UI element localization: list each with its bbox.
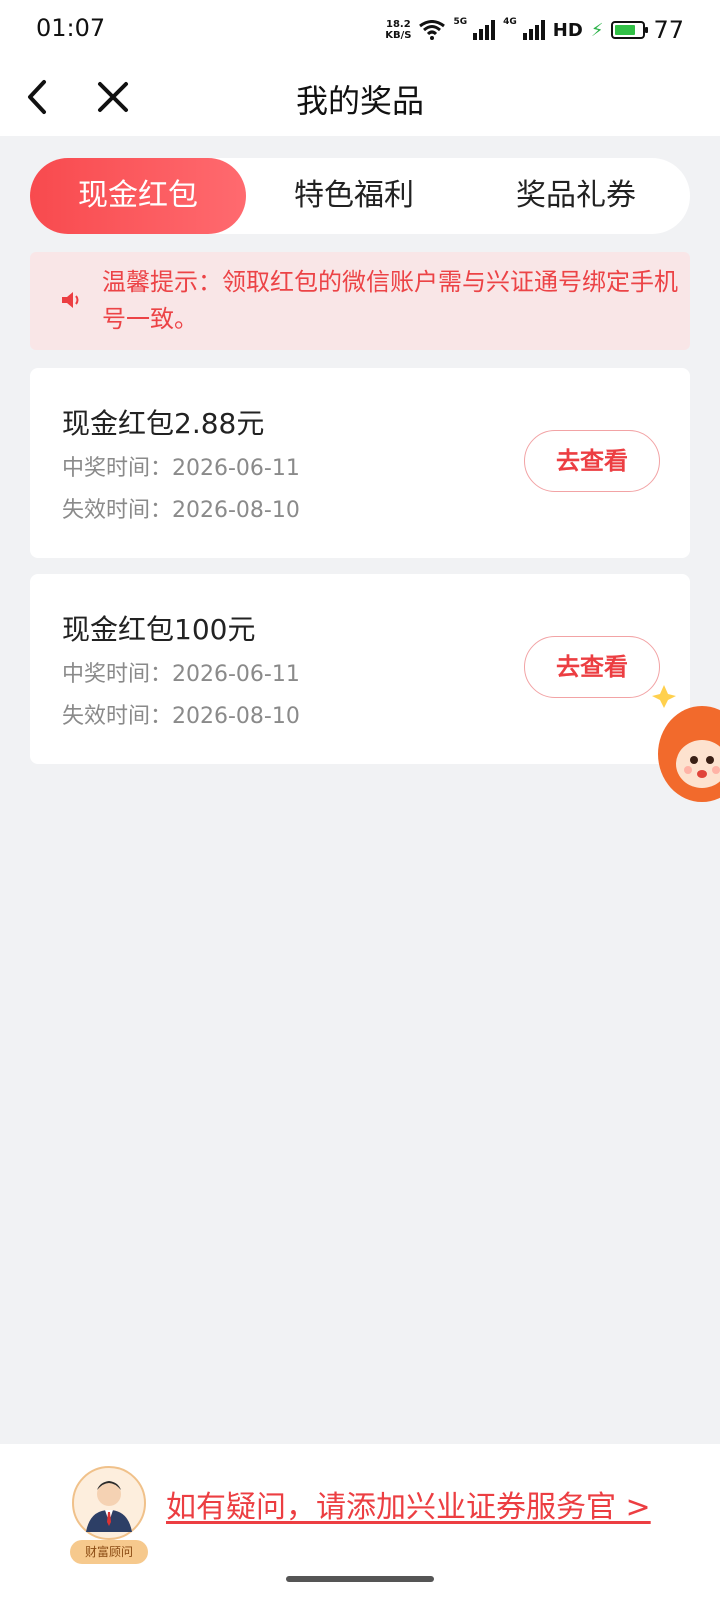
view-button[interactable]: 去查看	[524, 636, 660, 698]
speaker-icon	[62, 292, 79, 308]
battery-fill	[615, 25, 636, 35]
battery-icon	[611, 21, 649, 39]
win-time: 中奖时间：2026-06-11	[62, 662, 300, 687]
wifi-icon	[419, 20, 446, 40]
prize-card: 现金红包2.88元 中奖时间：2026-06-11 失效时间：2026-08-1…	[30, 368, 690, 558]
notice-text: 温馨提示：领取红包的微信账户需与兴证通号绑定手机号一致。	[102, 268, 678, 333]
sim1-label: 5G	[453, 17, 468, 27]
win-time: 中奖时间：2026-06-11	[62, 456, 300, 481]
status-icons: 18.2 KB/S 5G 4G HD ⚡ 77	[385, 14, 684, 46]
status-time: 01:07	[36, 14, 106, 42]
status-bar: 01:07 18.2 KB/S 5G 4G HD ⚡ 77	[0, 0, 720, 60]
expire-time: 失效时间：2026-08-10	[62, 704, 300, 729]
view-button[interactable]: 去查看	[524, 430, 660, 492]
sim2-label: 4G	[503, 17, 517, 27]
nav-bar: 我的奖品	[0, 60, 720, 136]
mascot-float-icon[interactable]	[650, 682, 720, 812]
tab-prize-coupons[interactable]: 奖品礼券	[462, 158, 690, 234]
tab-special-benefits[interactable]: 特色福利	[246, 158, 462, 234]
battery-percent: 77	[653, 16, 684, 44]
tab-cash-red-packet[interactable]: 现金红包	[30, 158, 246, 234]
advisor-avatar[interactable]	[72, 1466, 146, 1540]
notice-banner: 温馨提示：领取红包的微信账户需与兴证通号绑定手机号一致。	[30, 252, 690, 350]
signal-icon	[522, 20, 545, 40]
signal-icon	[473, 20, 496, 40]
hd-label: HD	[552, 19, 583, 41]
page-title: 我的奖品	[295, 82, 424, 120]
prize-title: 现金红包2.88元	[62, 407, 265, 440]
prize-title: 现金红包100元	[62, 613, 256, 646]
prize-tabs: 现金红包 特色福利 奖品礼券	[30, 158, 690, 234]
charging-icon: ⚡	[590, 19, 604, 41]
network-speed: 18.2 KB/S	[385, 19, 412, 41]
advisor-tag: 财富顾问	[70, 1540, 148, 1564]
contact-service-link[interactable]: 如有疑问，请添加兴业证券服务官 >	[166, 1482, 651, 1526]
prize-card: 现金红包100元 中奖时间：2026-06-11 失效时间：2026-08-10…	[30, 574, 690, 764]
expire-time: 失效时间：2026-08-10	[62, 498, 300, 523]
home-indicator[interactable]	[286, 1576, 434, 1582]
